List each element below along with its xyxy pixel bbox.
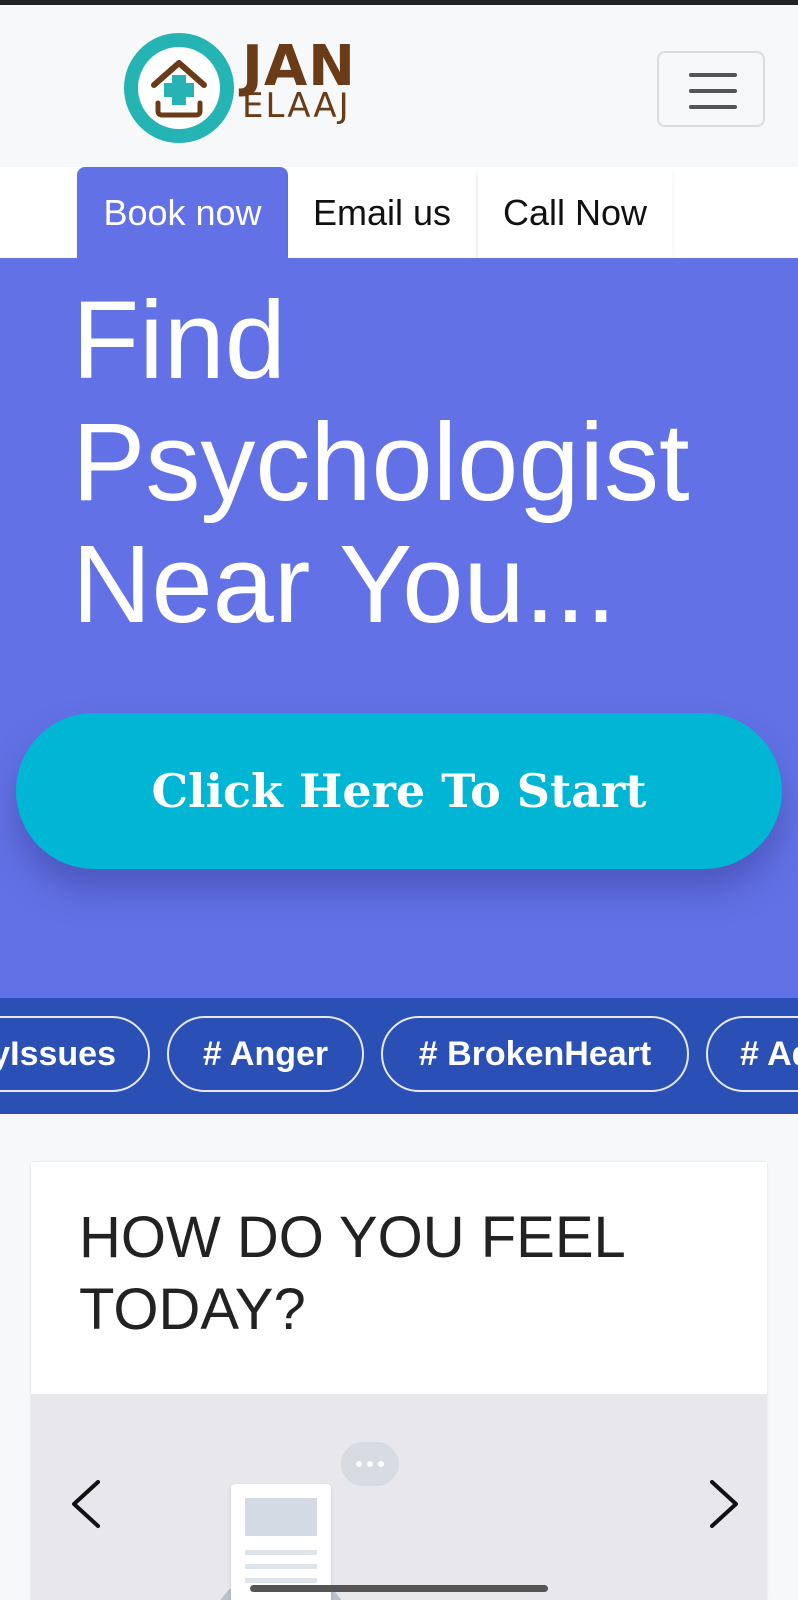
logo-emblem — [124, 33, 234, 143]
feel-card: HOW DO YOU FEEL TODAY? — [31, 1162, 767, 1600]
tab-call-now[interactable]: Call Now — [478, 167, 672, 258]
tab-book-now[interactable]: Book now — [77, 167, 288, 258]
tag-broken-heart[interactable]: # BrokenHeart — [381, 1016, 689, 1092]
carousel-next-button[interactable] — [699, 1474, 749, 1534]
hero-title: Find Psychologist Near You... — [72, 279, 690, 646]
feel-carousel — [31, 1394, 767, 1600]
tags-strip: # FamilyIssues # Anger # BrokenHeart # A… — [0, 998, 798, 1114]
action-tabs: Book now Email us Call Now — [0, 167, 798, 258]
chevron-right-icon — [710, 1480, 738, 1528]
home-indicator — [250, 1585, 548, 1592]
chat-bubble-icon — [341, 1442, 399, 1486]
house-cross-icon — [151, 60, 207, 118]
tag-addiction[interactable]: # Addiction — [706, 1016, 798, 1092]
hero-section: Find Psychologist Near You... Click Here… — [0, 258, 798, 998]
hamburger-icon — [689, 73, 737, 77]
site-header: JAN ELAAJ — [0, 5, 798, 167]
start-button[interactable]: Click Here To Start — [16, 713, 782, 869]
feel-title: HOW DO YOU FEEL TODAY? — [79, 1205, 624, 1342]
tag-family-issues[interactable]: # FamilyIssues — [0, 1016, 150, 1092]
tab-email-us[interactable]: Email us — [288, 167, 476, 258]
logo-wordmark: JAN ELAAJ — [242, 39, 356, 126]
chevron-left-icon — [72, 1480, 100, 1528]
document-illustration — [231, 1484, 331, 1600]
logo-line2: ELAAJ — [242, 86, 351, 126]
carousel-prev-button[interactable] — [61, 1474, 111, 1534]
tag-anger[interactable]: # Anger — [167, 1016, 364, 1092]
brand-logo[interactable]: JAN ELAAJ — [124, 33, 384, 143]
menu-toggle-button[interactable] — [657, 51, 765, 127]
